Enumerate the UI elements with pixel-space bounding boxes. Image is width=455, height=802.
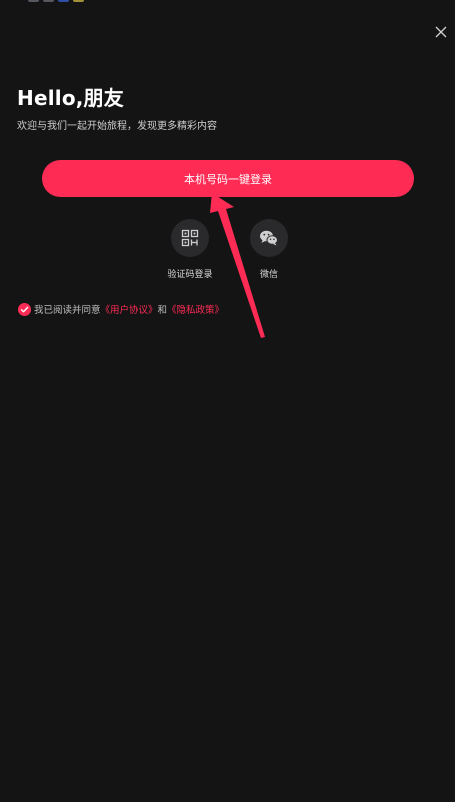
- agreement-checkbox[interactable]: [18, 302, 31, 316]
- code-login-option[interactable]: 验证码登录: [160, 219, 220, 280]
- wechat-login-option[interactable]: 微信: [239, 219, 299, 280]
- close-button[interactable]: [433, 24, 449, 40]
- app-icon: [43, 0, 54, 2]
- agreement-conjunction: 和: [157, 305, 168, 316]
- page-subtitle: 欢迎与我们一起开始旅程，发现更多精彩内容: [17, 121, 217, 132]
- user-agreement-link[interactable]: 《用户协议》: [101, 302, 158, 316]
- agreement-row: 我已阅读并同意 《用户协议》 和 《隐私政策》: [18, 302, 224, 316]
- code-login-icon-circle: [171, 219, 209, 257]
- close-icon: [435, 26, 447, 38]
- wechat-icon: [260, 230, 278, 246]
- wechat-icon-circle: [250, 219, 288, 257]
- agreement-prefix: 我已阅读并同意: [34, 305, 101, 316]
- wechat-login-label: 微信: [259, 270, 278, 280]
- app-icon: [58, 0, 69, 2]
- app-icon: [28, 0, 39, 2]
- one-click-login-label: 本机号码一键登录: [184, 172, 272, 186]
- check-icon: [20, 306, 29, 312]
- code-login-label: 验证码登录: [167, 270, 213, 280]
- privacy-policy-link[interactable]: 《隐私政策》: [167, 302, 224, 316]
- one-click-login-button[interactable]: 本机号码一键登录: [42, 160, 414, 197]
- app-icon: [73, 0, 84, 2]
- status-bar-icons: [28, 0, 84, 2]
- qr-code-icon: [181, 229, 199, 247]
- page-title: Hello,朋友: [17, 86, 124, 110]
